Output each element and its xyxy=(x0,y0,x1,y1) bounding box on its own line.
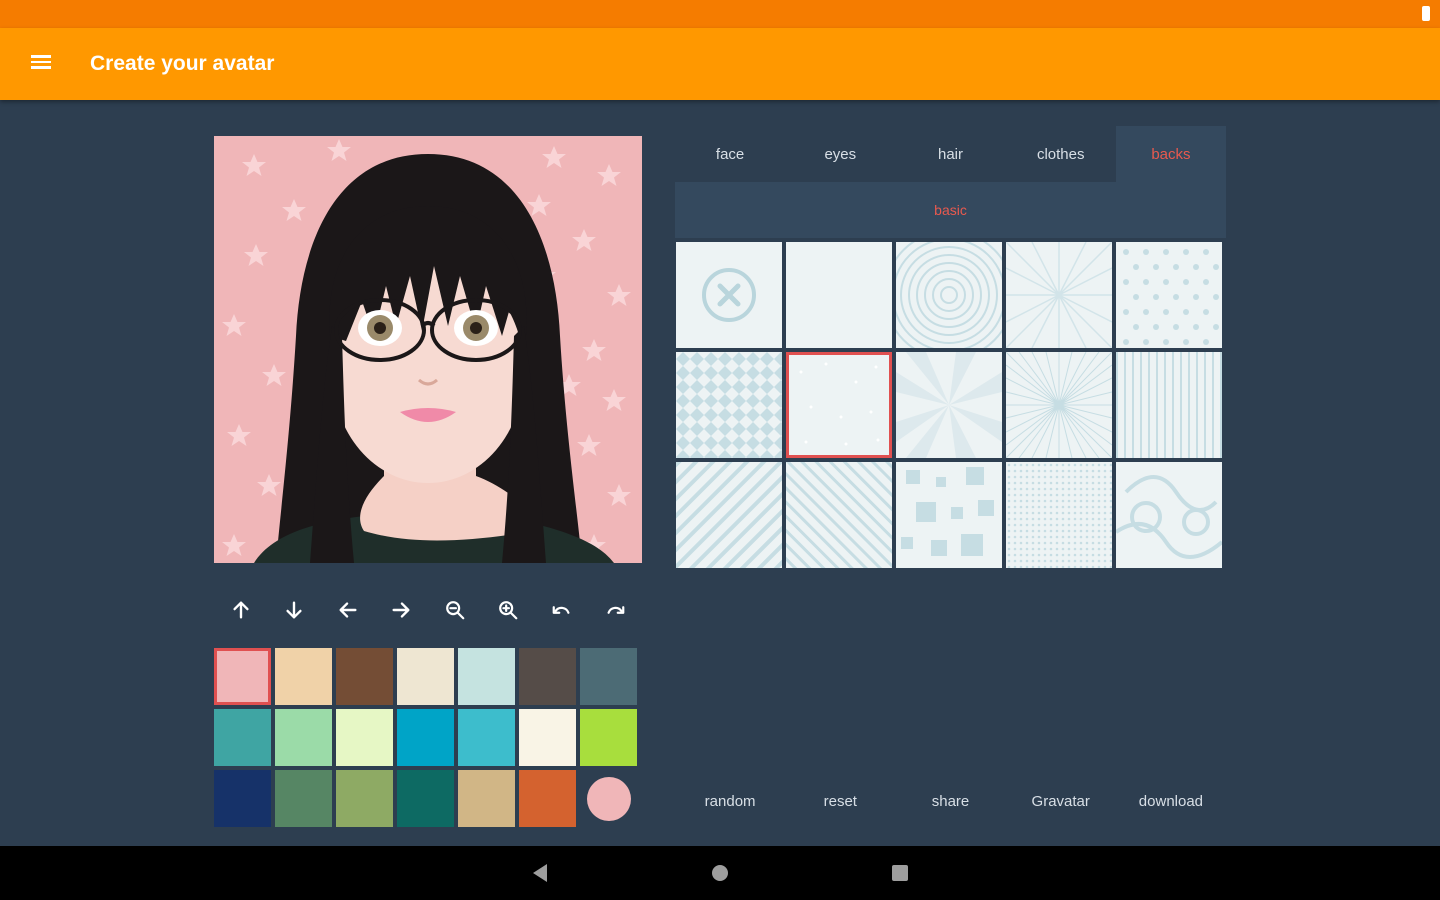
arrow-down-icon[interactable] xyxy=(268,586,322,634)
background-diagonal-stripes[interactable] xyxy=(676,462,782,568)
zoom-in-icon[interactable] xyxy=(482,586,536,634)
background-sunburst[interactable] xyxy=(1006,352,1112,458)
download-button[interactable]: download xyxy=(1116,780,1226,822)
tab-face[interactable]: face xyxy=(675,126,785,182)
color-swatch[interactable] xyxy=(519,770,576,827)
background-none[interactable] xyxy=(676,242,782,348)
color-swatch[interactable] xyxy=(214,770,271,827)
background-grid[interactable] xyxy=(1006,462,1112,568)
background-swirls[interactable] xyxy=(1116,462,1222,568)
background-squares[interactable] xyxy=(896,462,1002,568)
arrow-up-icon[interactable] xyxy=(214,586,268,634)
redo-icon[interactable] xyxy=(589,586,643,634)
color-swatch[interactable] xyxy=(397,709,454,766)
color-swatch[interactable] xyxy=(580,709,637,766)
tab-clothes[interactable]: clothes xyxy=(1006,126,1116,182)
status-bar xyxy=(0,0,1440,28)
reset-button[interactable]: reset xyxy=(785,780,895,822)
share-button[interactable]: share xyxy=(895,780,1005,822)
color-swatch[interactable] xyxy=(336,648,393,705)
color-swatch[interactable] xyxy=(336,770,393,827)
tab-backs[interactable]: backs xyxy=(1115,126,1227,182)
color-swatch[interactable] xyxy=(458,709,515,766)
background-burst[interactable] xyxy=(896,352,1002,458)
undo-icon[interactable] xyxy=(535,586,589,634)
background-diagonal-stripes-2[interactable] xyxy=(786,462,892,568)
color-swatch[interactable] xyxy=(458,648,515,705)
tab-hair[interactable]: hair xyxy=(895,126,1005,182)
home-icon[interactable] xyxy=(705,858,735,888)
subtab-bar: basic xyxy=(675,182,1226,238)
recents-icon[interactable] xyxy=(885,858,915,888)
gravatar-button[interactable]: Gravatar xyxy=(1006,780,1116,822)
color-swatch[interactable] xyxy=(397,648,454,705)
category-tabs: face eyes hair clothes backs xyxy=(675,126,1227,182)
custom-color-swatch[interactable] xyxy=(587,777,631,821)
tab-eyes[interactable]: eyes xyxy=(785,126,895,182)
arrow-left-icon[interactable] xyxy=(321,586,375,634)
subtab-basic[interactable]: basic xyxy=(934,202,967,218)
color-swatch[interactable] xyxy=(519,709,576,766)
arrow-right-icon[interactable] xyxy=(375,586,429,634)
background-vertical-stripes[interactable] xyxy=(1116,352,1222,458)
menu-icon[interactable] xyxy=(24,52,58,76)
back-icon[interactable] xyxy=(525,858,555,888)
color-swatch[interactable] xyxy=(214,648,271,705)
app-bar: Create your avatar xyxy=(0,28,1440,100)
background-diamonds[interactable] xyxy=(676,352,782,458)
transform-toolbar xyxy=(214,586,642,634)
background-rays[interactable] xyxy=(1006,242,1112,348)
background-plain[interactable] xyxy=(786,242,892,348)
color-swatch[interactable] xyxy=(519,648,576,705)
color-swatch[interactable] xyxy=(458,770,515,827)
background-circles[interactable] xyxy=(896,242,1002,348)
color-swatch[interactable] xyxy=(397,770,454,827)
color-swatch[interactable] xyxy=(580,648,637,705)
avatar-preview xyxy=(214,136,642,563)
app-title: Create your avatar xyxy=(90,52,275,75)
action-bar: random reset share Gravatar download xyxy=(675,780,1226,822)
avatar-illustration xyxy=(214,136,642,563)
zoom-out-icon[interactable] xyxy=(428,586,482,634)
color-swatch[interactable] xyxy=(275,709,332,766)
background-hearts[interactable] xyxy=(1116,242,1222,348)
color-swatch[interactable] xyxy=(275,770,332,827)
battery-icon xyxy=(1422,6,1430,21)
background-dots[interactable] xyxy=(786,352,892,458)
color-swatch[interactable] xyxy=(275,648,332,705)
background-grid xyxy=(676,242,1224,568)
random-button[interactable]: random xyxy=(675,780,785,822)
navigation-bar xyxy=(0,846,1440,900)
color-palette xyxy=(214,648,642,827)
color-swatch[interactable] xyxy=(214,709,271,766)
color-swatch[interactable] xyxy=(336,709,393,766)
